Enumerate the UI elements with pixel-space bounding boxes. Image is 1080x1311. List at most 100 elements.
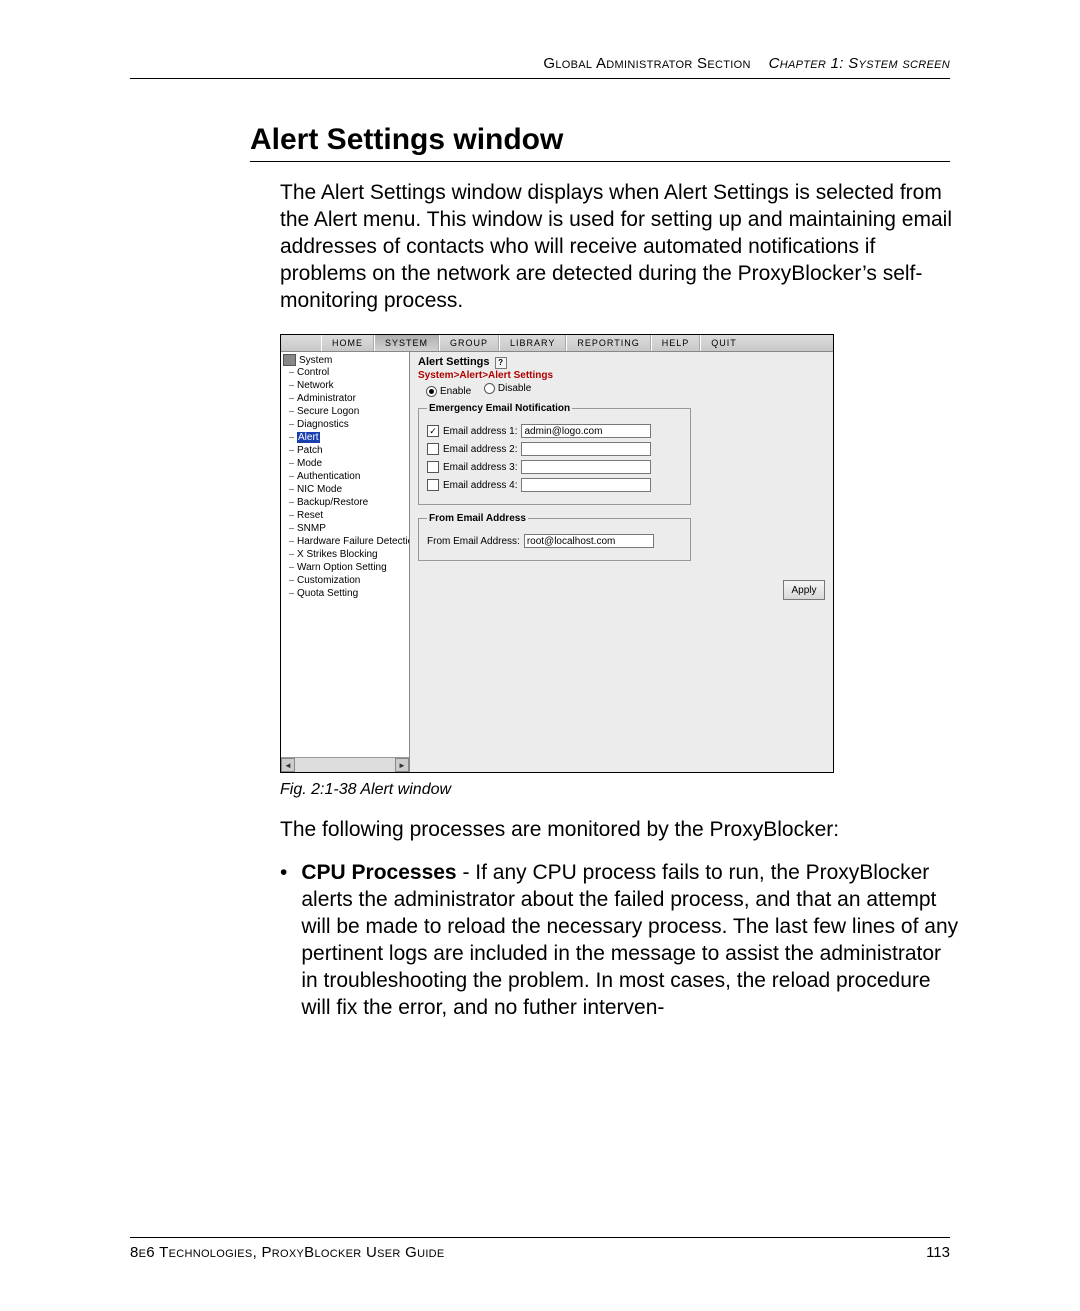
- tree-item-hardware-failure-detection[interactable]: Hardware Failure Detection: [283, 535, 409, 548]
- tree-item-warn-option-setting[interactable]: Warn Option Setting: [283, 561, 409, 574]
- tree-item-label: Warn Option Setting: [297, 562, 387, 573]
- section-title: Alert Settings window: [250, 123, 950, 162]
- tree-item-label: Administrator: [297, 393, 356, 404]
- help-icon[interactable]: ?: [495, 357, 507, 369]
- email-input-2[interactable]: [521, 442, 651, 456]
- tree-item-label: Control: [297, 367, 329, 378]
- bullet-label: CPU Processes: [301, 861, 456, 884]
- email-checkbox-3[interactable]: [427, 461, 439, 473]
- tree-item-label: Alert: [297, 432, 320, 443]
- bullet-cpu: • CPU Processes - If any CPU process fai…: [280, 860, 960, 1021]
- from-email-input[interactable]: root@localhost.com: [524, 534, 654, 548]
- email-checkbox-2[interactable]: [427, 443, 439, 455]
- tree-item-label: Mode: [297, 458, 322, 469]
- intro-paragraph: The Alert Settings window displays when …: [280, 180, 960, 314]
- tree-item-label: Quota Setting: [297, 588, 358, 599]
- tree-item-quota-setting[interactable]: Quota Setting: [283, 587, 409, 600]
- email-input-1[interactable]: admin@logo.com: [521, 424, 651, 438]
- nav-tree: System Control Network Administrator Secure…: [281, 352, 410, 772]
- menu-home[interactable]: HOME: [321, 335, 374, 351]
- email-label-2: Email address 2:: [443, 444, 517, 455]
- tree-item-reset[interactable]: Reset: [283, 509, 409, 522]
- email-input-3[interactable]: [521, 460, 651, 474]
- menu-reporting[interactable]: REPORTING: [566, 335, 650, 351]
- tree-item-authentication[interactable]: Authentication: [283, 470, 409, 483]
- tree-item-label: SNMP: [297, 523, 326, 534]
- alert-settings-screenshot: HOME SYSTEM GROUP LIBRARY REPORTING HELP…: [280, 334, 834, 773]
- tree-item-alert[interactable]: Alert: [283, 431, 409, 444]
- menu-system[interactable]: SYSTEM: [374, 335, 439, 351]
- panel-title-text: Alert Settings: [418, 356, 490, 368]
- email-row-4: Email address 4:: [427, 478, 682, 492]
- menu-quit[interactable]: QUIT: [700, 335, 833, 351]
- tree-item-mode[interactable]: Mode: [283, 457, 409, 470]
- email-label-3: Email address 3:: [443, 462, 517, 473]
- disable-radio[interactable]: Disable: [484, 383, 531, 394]
- email-checkbox-4[interactable]: [427, 479, 439, 491]
- tree-item-customization[interactable]: Customization: [283, 574, 409, 587]
- panel-title: Alert Settings ?: [418, 356, 825, 369]
- menu-help[interactable]: HELP: [651, 335, 701, 351]
- email-checkbox-1[interactable]: [427, 425, 439, 437]
- menu-library[interactable]: LIBRARY: [499, 335, 566, 351]
- footer-title: 8e6 Technologies, ProxyBlocker User Guid…: [130, 1244, 445, 1261]
- radio-dot-icon: [484, 383, 495, 394]
- tree-item-label: Customization: [297, 575, 360, 586]
- scroll-right-icon[interactable]: ►: [395, 758, 409, 772]
- page-footer: 8e6 Technologies, ProxyBlocker User Guid…: [130, 1237, 950, 1261]
- disable-label: Disable: [498, 383, 531, 394]
- email-label-1: Email address 1:: [443, 426, 517, 437]
- header-section: Global Administrator Section: [543, 55, 750, 72]
- app-menubar: HOME SYSTEM GROUP LIBRARY REPORTING HELP…: [281, 335, 833, 352]
- tree-item-snmp[interactable]: SNMP: [283, 522, 409, 535]
- enable-radio[interactable]: Enable: [426, 386, 471, 397]
- tree-root-label: System: [299, 355, 332, 366]
- group2-legend: From Email Address: [427, 513, 528, 524]
- bullet-marker: •: [280, 860, 287, 1021]
- tree-item-label: Reset: [297, 510, 323, 521]
- tree-item-nic-mode[interactable]: NIC Mode: [283, 483, 409, 496]
- group1-legend: Emergency Email Notification: [427, 403, 572, 414]
- enable-disable-group: Enable Disable: [426, 383, 825, 397]
- breadcrumb: System>Alert>Alert Settings: [418, 370, 825, 381]
- radio-dot-icon: [426, 386, 437, 397]
- apply-button[interactable]: Apply: [783, 580, 825, 600]
- tree-item-x-strikes-blocking[interactable]: X Strikes Blocking: [283, 548, 409, 561]
- tree-item-label: Secure Logon: [297, 406, 359, 417]
- tree-item-network[interactable]: Network: [283, 379, 409, 392]
- bullet-body: - If any CPU process fails to run, the P…: [301, 861, 958, 1018]
- email-row-3: Email address 3:: [427, 460, 682, 474]
- tree-item-label: Network: [297, 380, 334, 391]
- menu-group[interactable]: GROUP: [439, 335, 499, 351]
- monitored-intro: The following processes are monitored by…: [280, 817, 960, 844]
- tree-item-secure-logon[interactable]: Secure Logon: [283, 405, 409, 418]
- tree-item-label: Diagnostics: [297, 419, 349, 430]
- email-row-1: Email address 1: admin@logo.com: [427, 424, 682, 438]
- email-label-4: Email address 4:: [443, 480, 517, 491]
- figure-caption: Fig. 2:1-38 Alert window: [280, 781, 950, 799]
- scroll-left-icon[interactable]: ◄: [281, 758, 295, 772]
- tree-item-label: Authentication: [297, 471, 360, 482]
- tree-item-patch[interactable]: Patch: [283, 444, 409, 457]
- from-email-group: From Email Address From Email Address: r…: [418, 513, 691, 561]
- tree-item-control[interactable]: Control: [283, 366, 409, 379]
- tree-item-backup-restore[interactable]: Backup/Restore: [283, 496, 409, 509]
- tree-item-label: Hardware Failure Detection: [297, 536, 410, 547]
- page-header: Global Administrator Section Chapter 1: …: [130, 55, 950, 79]
- tree-item-label: X Strikes Blocking: [297, 549, 378, 560]
- page-number: 113: [926, 1244, 950, 1261]
- tree-scrollbar[interactable]: ◄ ►: [281, 757, 409, 772]
- tree-item-diagnostics[interactable]: Diagnostics: [283, 418, 409, 431]
- enable-label: Enable: [440, 386, 471, 397]
- tree-root[interactable]: System: [283, 354, 409, 366]
- tree-item-label: Patch: [297, 445, 323, 456]
- email-input-4[interactable]: [521, 478, 651, 492]
- emergency-email-group: Emergency Email Notification Email addre…: [418, 403, 691, 505]
- content-panel: Alert Settings ? System>Alert>Alert Sett…: [410, 352, 833, 772]
- header-chapter: Chapter 1: System screen: [769, 55, 950, 72]
- tree-item-administrator[interactable]: Administrator: [283, 392, 409, 405]
- tree-item-label: Backup/Restore: [297, 497, 368, 508]
- from-email-label: From Email Address:: [427, 536, 520, 547]
- bullet-text: CPU Processes - If any CPU process fails…: [301, 860, 960, 1021]
- tree-item-label: NIC Mode: [297, 484, 342, 495]
